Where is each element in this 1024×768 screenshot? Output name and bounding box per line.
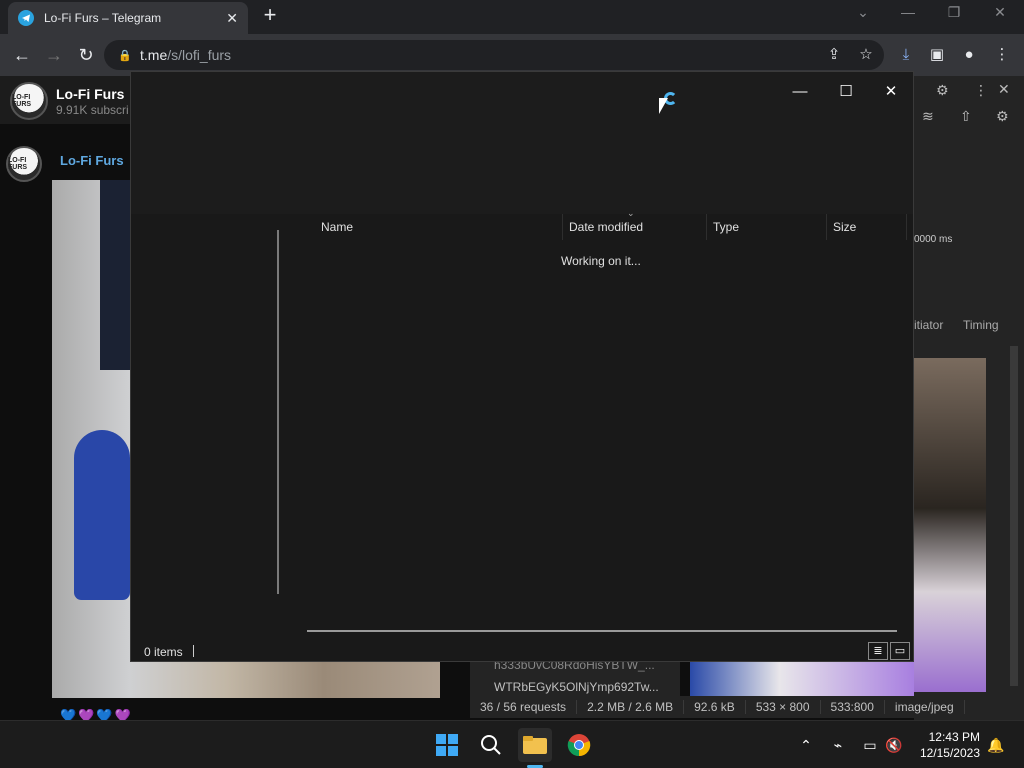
devtools-menu-icon[interactable]: ⋮ (974, 82, 988, 99)
show-hidden-icons-chevron-icon[interactable]: ⌃ (796, 735, 816, 755)
post-author-name[interactable]: Lo-Fi Furs (60, 153, 124, 168)
column-header-row: Name Date modified Type Size ⌄ (289, 208, 913, 240)
start-menu-icon[interactable] (430, 728, 464, 762)
browser-tab[interactable]: Lo-Fi Furs – Telegram ✕ (8, 2, 248, 34)
devtools-settings-icon[interactable]: ⚙ (936, 82, 949, 99)
image-preview-bottom (690, 660, 914, 698)
tab-initiator[interactable]: itiator (914, 318, 943, 332)
resource-size: 92.6 kB (684, 700, 746, 714)
minimize-browser-button[interactable]: — (888, 4, 928, 26)
telegram-favicon-icon (18, 10, 34, 26)
share-icon[interactable]: ⇪ (824, 45, 844, 65)
notification-bell-icon[interactable]: 🔔 (986, 735, 1006, 755)
url-host: t.me (140, 47, 168, 63)
channel-avatar[interactable]: LO-FI FURS (10, 82, 48, 120)
devtools-close-icon[interactable]: ✕ (998, 81, 1010, 98)
url-path: /s/lofi_furs (167, 47, 232, 63)
clock-time: 12:43 PM (928, 730, 980, 744)
aspect-ratio: 533:800 (821, 700, 885, 714)
scrollbar[interactable] (1010, 346, 1018, 686)
status-divider (193, 645, 194, 657)
image-dimensions: 533 × 800 (746, 700, 821, 714)
network-icon[interactable]: ⌁ (828, 735, 848, 755)
column-date-modified[interactable]: Date modified (563, 214, 707, 240)
blue-tail-shape (74, 430, 130, 600)
restore-browser-button[interactable]: ❐ (934, 4, 974, 26)
devtools-panel: ⚙ ⋮ ✕ ≋ ⇧ ⚙ 0000 ms itiator Timing (914, 76, 1024, 720)
download-icon[interactable]: ⤓ (896, 45, 916, 65)
tab-strip: Lo-Fi Furs – Telegram ✕ + ⌄ — ❐ ✕ (0, 0, 1024, 34)
tab-timing[interactable]: Timing (963, 318, 999, 332)
column-type[interactable]: Type (707, 214, 827, 240)
minimize-dialog-button[interactable]: — (777, 78, 823, 106)
dialog-status-bar: 0 items ≣ ▭ (131, 640, 913, 662)
post-reactions[interactable]: 💙💜💙💜 (60, 708, 133, 720)
clock-date: 12/15/2023 (919, 746, 980, 760)
tab-title: Lo-Fi Furs – Telegram (44, 11, 162, 25)
chrome-icon[interactable] (562, 728, 596, 762)
forward-icon[interactable]: → (42, 43, 66, 67)
details-view-icon[interactable]: ≣ (868, 642, 888, 660)
reload-icon[interactable]: ↻ (74, 43, 98, 67)
transfer-size: 2.2 MB / 2.6 MB (577, 700, 685, 714)
dialog-header-area: — ☐ ✕ (131, 72, 913, 214)
maximize-dialog-button[interactable]: ☐ (823, 78, 869, 106)
column-size[interactable]: Size (827, 214, 907, 240)
display-icon[interactable]: ▭ (860, 735, 880, 755)
item-count: 0 items (144, 645, 183, 659)
lock-icon: 🔒 (118, 50, 132, 62)
browser-toolbar: ← → ↻ 🔒 t.me /s/lofi_furs ⇪ ☆ ⤓ ▣ ● ⋮ (0, 34, 1024, 76)
request-count: 36 / 56 requests (470, 700, 578, 714)
file-explorer-icon[interactable] (518, 728, 552, 762)
image-preview (914, 358, 986, 692)
thumbnail-view-icon[interactable]: ▭ (890, 642, 910, 660)
network-throttle-icon[interactable]: ≋ (922, 108, 934, 125)
column-name[interactable]: Name (315, 214, 563, 240)
loading-message: Working on it... (561, 254, 641, 268)
taskbar: ⌃ ⌁ ▭ 🔇 12:43 PM 12/15/2023 🔔 (0, 720, 1024, 768)
mouse-cursor-icon (659, 98, 668, 114)
volume-muted-icon[interactable]: 🔇 (884, 735, 904, 755)
channel-name[interactable]: Lo-Fi Furs (56, 86, 124, 102)
search-icon[interactable] (474, 728, 508, 762)
menu-kebab-icon[interactable]: ⋮ (992, 45, 1012, 65)
timeline-label: 0000 ms (914, 234, 953, 245)
new-tab-button[interactable]: + (258, 4, 282, 28)
network-status-bar: 36 / 56 requests 2.2 MB / 2.6 MB 92.6 kB… (470, 696, 1024, 718)
curtain-shape (100, 180, 130, 370)
side-panel-icon[interactable]: ▣ (927, 45, 947, 65)
bookmark-star-icon[interactable]: ☆ (856, 45, 876, 65)
system-clock[interactable]: 12:43 PM 12/15/2023 (918, 729, 980, 761)
request-row[interactable]: WTRbEGyK5OlNjYmp692Tw... (494, 680, 659, 694)
horizontal-scrollbar[interactable] (307, 630, 897, 632)
export-har-icon[interactable]: ⇧ (960, 108, 972, 125)
navigation-pane-scrollbar[interactable] (277, 230, 279, 594)
file-dialog-window: — ☐ ✕ Name Date modified Type Size ⌄ Wor… (130, 71, 914, 662)
address-bar[interactable]: 🔒 t.me /s/lofi_furs (104, 40, 884, 70)
tab-search-icon[interactable]: ⌄ (843, 4, 883, 26)
network-settings-icon[interactable]: ⚙ (996, 108, 1009, 125)
mime-type: image/jpeg (885, 700, 965, 714)
post-avatar[interactable]: LO-FI FURS (6, 146, 42, 182)
back-icon[interactable]: ← (10, 43, 34, 67)
subscriber-count: 9.91K subscri (56, 103, 129, 117)
close-dialog-button[interactable]: ✕ (868, 78, 914, 106)
close-browser-button[interactable]: ✕ (980, 4, 1020, 26)
sort-chevron-icon: ⌄ (627, 208, 635, 218)
profile-icon[interactable]: ● (959, 45, 979, 65)
close-tab-icon[interactable]: ✕ (226, 10, 238, 27)
